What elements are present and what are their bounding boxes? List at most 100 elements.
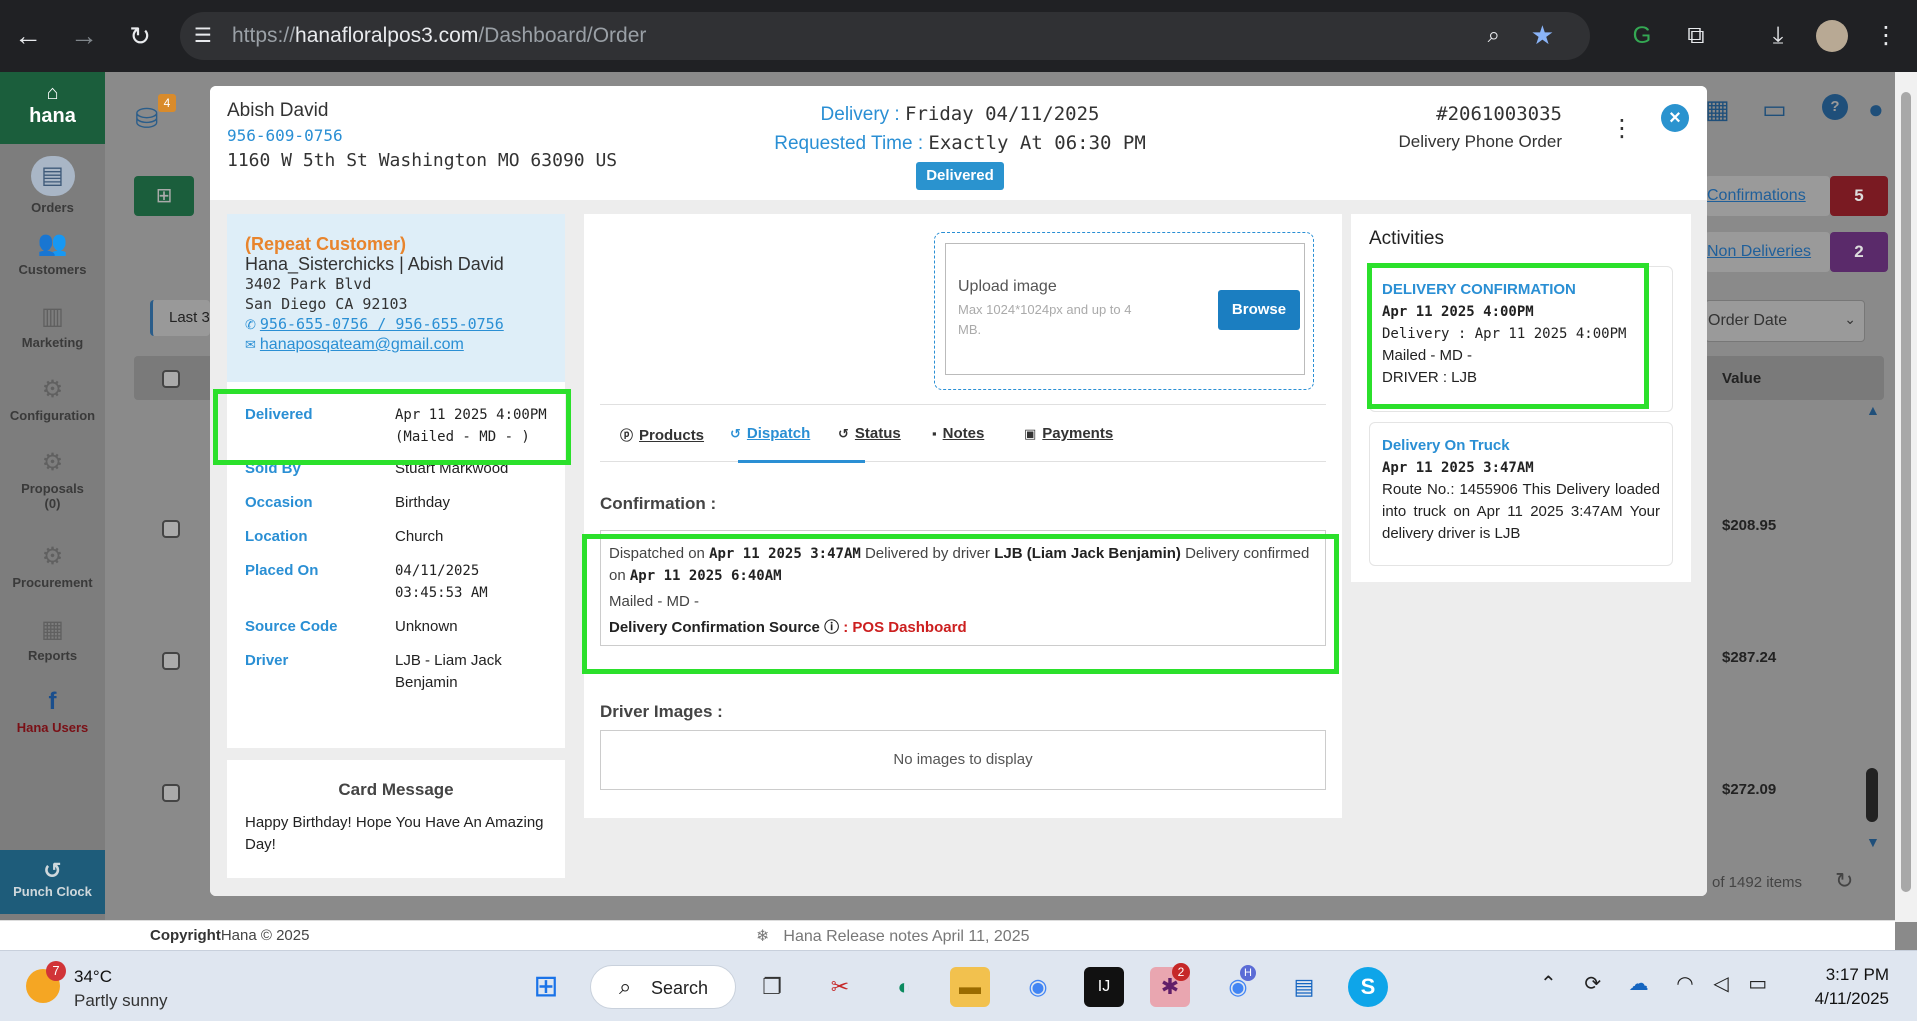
calendar-icon[interactable]: ▦ bbox=[1705, 94, 1730, 125]
sidebar-item-marketing[interactable]: ▥ Marketing bbox=[0, 290, 105, 363]
release-notes-link[interactable]: ❄ Hana Release notes April 11, 2025 bbox=[756, 926, 1044, 946]
file-explorer-icon[interactable]: ▬ bbox=[950, 967, 990, 1007]
notepad-icon[interactable]: ▤ bbox=[1284, 967, 1324, 1007]
help-icon[interactable]: ? bbox=[1822, 94, 1848, 120]
confirmations-count: 5 bbox=[1830, 176, 1888, 216]
snowflake-icon: ❄ bbox=[756, 928, 770, 945]
hana-logo[interactable]: ⌂ hana bbox=[0, 72, 105, 144]
recipient-email[interactable]: hanaposqateam@gmail.com bbox=[260, 336, 464, 353]
scroll-down-icon[interactable]: ▼ bbox=[1866, 834, 1880, 850]
detail-key: Occasion bbox=[245, 494, 313, 511]
page-scrollbar[interactable] bbox=[1895, 72, 1917, 922]
refresh-icon[interactable]: ↻ bbox=[1835, 868, 1853, 894]
image-upload-zone[interactable]: Upload image Max 1024*1024px and up to 4… bbox=[934, 232, 1314, 390]
table-scrollbar[interactable] bbox=[1866, 768, 1878, 822]
non-deliveries-filter[interactable]: Non Deliveries bbox=[1705, 232, 1830, 272]
customer-phone[interactable]: 956-609-0756 bbox=[227, 126, 343, 145]
sidebar-item-orders[interactable]: ▤ Orders bbox=[0, 144, 105, 217]
sync-icon[interactable]: ⟳ bbox=[1584, 973, 1601, 995]
download-icon[interactable]: ⤓ bbox=[1762, 20, 1794, 52]
card-message-title: Card Message bbox=[338, 780, 454, 799]
task-view-icon[interactable]: ❐ bbox=[752, 967, 792, 1007]
extensions-icon[interactable]: ⧉ bbox=[1680, 20, 1712, 52]
sidebar-item-proposals[interactable]: ⚙ Proposals (0) bbox=[0, 436, 105, 530]
confirmations-filter[interactable]: Confirmations bbox=[1705, 176, 1830, 216]
wifi-icon[interactable]: ◠ bbox=[1676, 973, 1693, 995]
footer: CopyrightHana © 2025 ❄ Hana Release notes… bbox=[0, 920, 1895, 950]
card-message-text: Happy Birthday! Hope You Have An Amazing… bbox=[245, 814, 544, 853]
chrome-profile-badge: H bbox=[1240, 965, 1256, 981]
order-info: #2061003035 Delivery Phone Order bbox=[1399, 100, 1562, 156]
browse-button[interactable]: Browse bbox=[1218, 290, 1300, 330]
url-text[interactable]: https://hanafloralpos3.com/Dashboard/Ord… bbox=[232, 24, 646, 48]
jetbrains-icon[interactable]: IJ bbox=[1084, 967, 1124, 1007]
forward-arrow-icon[interactable]: → bbox=[64, 18, 104, 54]
scroll-up-icon[interactable]: ▲ bbox=[1866, 402, 1880, 418]
search-icon: ⌕ bbox=[619, 974, 632, 999]
close-icon[interactable]: × bbox=[1661, 104, 1689, 132]
delivery-label: Delivery : bbox=[820, 104, 900, 125]
page-scrollbar-thumb[interactable] bbox=[1901, 92, 1911, 892]
sidebar: ⌂ hana ▤ Orders 👥 Customers ▥ Marketing ⚙ Con… bbox=[0, 72, 105, 950]
sidebar-item-customers[interactable]: 👥 Customers bbox=[0, 217, 105, 290]
battery-icon[interactable]: ▭ bbox=[1748, 973, 1767, 995]
taskbar-search[interactable]: ⌕ Search bbox=[590, 965, 736, 1009]
tab-status[interactable]: ↺ Status bbox=[838, 425, 901, 442]
search-label: Search bbox=[651, 978, 709, 998]
detail-value: Unknown bbox=[395, 618, 458, 635]
row-checkbox[interactable] bbox=[162, 784, 180, 802]
system-tray: ⌃ ⟳ ☁ ◠ ◁ ▭ bbox=[1540, 971, 1767, 996]
email-icon: ✉ bbox=[245, 337, 256, 352]
snipping-tool-icon[interactable]: ✂ bbox=[820, 967, 860, 1007]
browser-menu-icon[interactable]: ⋮ bbox=[1870, 20, 1902, 52]
tab-payments[interactable]: ▣ Payments bbox=[1024, 425, 1113, 442]
bookmark-star-icon[interactable]: ★ bbox=[1531, 20, 1554, 51]
activities-title: Activities bbox=[1369, 228, 1444, 249]
user-icon[interactable]: ● bbox=[1868, 94, 1884, 125]
recipient-address-line2: San Diego CA 92103 bbox=[245, 295, 408, 313]
select-all-checkbox[interactable] bbox=[162, 370, 180, 388]
customer-name: Abish David bbox=[227, 100, 329, 121]
delivery-info: Delivery : Friday 04/11/2025 Requested T… bbox=[710, 100, 1210, 190]
upload-box: Upload image Max 1024*1024px and up to 4… bbox=[945, 243, 1305, 375]
address-bar[interactable]: ☰ https://hanafloralpos3.com/Dashboard/O… bbox=[180, 12, 1590, 60]
back-arrow-icon[interactable]: ← bbox=[8, 18, 48, 54]
profile-avatar[interactable] bbox=[1816, 20, 1848, 52]
more-options-icon[interactable]: ⋮ bbox=[1610, 114, 1634, 143]
edge-icon[interactable]: ◐ bbox=[884, 967, 924, 1007]
tab-notes[interactable]: ▪ Notes bbox=[932, 425, 984, 442]
sidebar-item-hana-users[interactable]: f Hana Users bbox=[0, 676, 105, 749]
tab-products[interactable]: ⓟ Products bbox=[620, 425, 704, 444]
punch-clock-button[interactable]: ↺ Punch Clock bbox=[0, 850, 105, 914]
site-settings-icon[interactable]: ☰ bbox=[194, 23, 212, 48]
monitor-icon[interactable]: ▭ bbox=[1762, 94, 1787, 125]
sidebar-item-reports[interactable]: ▦ Reports bbox=[0, 603, 105, 676]
order-value: $272.09 bbox=[1722, 781, 1777, 798]
taskbar-clock[interactable]: 3:17 PM 4/11/2025 bbox=[1815, 963, 1889, 1011]
zoom-icon[interactable]: ⌕ bbox=[1488, 22, 1500, 48]
detail-key: Driver bbox=[245, 652, 289, 669]
chevron-up-icon[interactable]: ⌃ bbox=[1540, 973, 1557, 995]
onedrive-icon[interactable]: ☁ bbox=[1629, 973, 1649, 995]
reload-icon[interactable]: ↻ bbox=[120, 18, 160, 54]
windows-start-icon[interactable]: ⊞ bbox=[526, 967, 566, 1007]
grammarly-icon[interactable]: G bbox=[1626, 20, 1658, 52]
reports-icon: ▦ bbox=[41, 616, 64, 643]
date-range-filter[interactable]: Last 3 bbox=[150, 300, 210, 336]
cart-button[interactable]: ⊞ bbox=[134, 176, 194, 216]
row-checkbox[interactable] bbox=[162, 520, 180, 538]
tab-dispatch[interactable]: ↺ Dispatch bbox=[730, 425, 810, 442]
row-checkbox[interactable] bbox=[162, 652, 180, 670]
status-badge: Delivered bbox=[916, 162, 1004, 190]
order-date-select[interactable]: Order Date ⌄ bbox=[1705, 300, 1865, 342]
detail-key: Location bbox=[245, 528, 308, 545]
requested-time-label: Requested Time : bbox=[774, 133, 924, 154]
info-icon[interactable]: ⓘ bbox=[824, 619, 839, 636]
notification-count: 4 bbox=[158, 94, 176, 112]
chrome-icon[interactable]: ◉ bbox=[1018, 967, 1058, 1007]
sidebar-item-configuration[interactable]: ⚙ Configuration bbox=[0, 363, 105, 436]
skype-icon[interactable]: S bbox=[1348, 967, 1388, 1007]
recipient-phones[interactable]: 956-655-0756 / 956-655-0756 bbox=[260, 315, 504, 333]
volume-icon[interactable]: ◁ bbox=[1713, 973, 1728, 995]
sidebar-item-procurement[interactable]: ⚙ Procurement bbox=[0, 530, 105, 603]
